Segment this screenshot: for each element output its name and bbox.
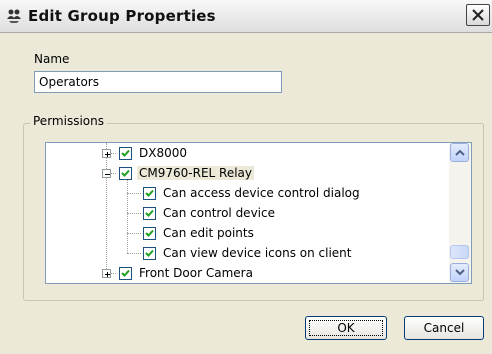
close-button[interactable] xyxy=(466,4,490,26)
ok-button[interactable]: OK xyxy=(305,316,387,340)
permission-checkbox[interactable] xyxy=(143,207,156,220)
plus-icon xyxy=(105,152,110,157)
tree-item-label: Can edit points xyxy=(163,226,254,240)
check-icon xyxy=(145,209,154,217)
name-label: Name xyxy=(34,52,70,66)
tree-item-label: DX8000 xyxy=(139,146,187,160)
tree-line xyxy=(127,213,141,214)
edit-group-dialog: Edit Group Properties Name Permissions xyxy=(0,0,492,354)
cancel-button-label: Cancel xyxy=(423,321,465,335)
tree-item-label: Can control device xyxy=(163,206,275,220)
permission-checkbox[interactable] xyxy=(143,247,156,260)
check-icon xyxy=(145,189,154,197)
permission-checkbox[interactable] xyxy=(119,267,132,280)
tree-line xyxy=(106,143,107,273)
check-icon xyxy=(121,169,130,177)
tree-line xyxy=(127,253,141,254)
permissions-tree[interactable]: DX8000 CM9760-REL Relay Can access devic… xyxy=(45,142,472,284)
check-icon xyxy=(145,229,154,237)
tree-item-label: Can access device control dialog xyxy=(163,186,360,200)
permission-checkbox[interactable] xyxy=(143,227,156,240)
check-icon xyxy=(121,269,130,277)
group-settings-icon xyxy=(6,8,22,24)
tree-item-label: CM9760-REL Relay xyxy=(137,166,254,180)
permission-checkbox[interactable] xyxy=(119,167,132,180)
tree-line xyxy=(127,179,128,253)
plus-icon xyxy=(105,272,110,277)
focus-rect xyxy=(309,320,383,336)
tree-scrollbar[interactable] xyxy=(449,143,471,283)
scroll-thumb[interactable] xyxy=(450,245,469,259)
minus-icon xyxy=(105,174,110,175)
tree-line xyxy=(127,193,141,194)
expand-toggle[interactable] xyxy=(102,269,111,278)
check-icon xyxy=(145,249,154,257)
scroll-down-button[interactable] xyxy=(450,263,469,282)
cancel-button[interactable]: Cancel xyxy=(404,316,484,340)
collapse-toggle[interactable] xyxy=(102,169,111,178)
tree-item-label: Front Door Camera xyxy=(139,266,253,280)
title-bar[interactable]: Edit Group Properties xyxy=(0,0,492,33)
chevron-up-icon xyxy=(455,149,465,156)
permission-checkbox[interactable] xyxy=(119,147,132,160)
permissions-legend: Permissions xyxy=(30,114,107,128)
tree-item-label: Can view device icons on client xyxy=(163,246,352,260)
expand-toggle[interactable] xyxy=(102,149,111,158)
chevron-down-icon xyxy=(455,269,465,276)
tree-line xyxy=(127,233,141,234)
scroll-up-button[interactable] xyxy=(450,143,469,162)
name-input[interactable] xyxy=(34,71,282,93)
window-title: Edit Group Properties xyxy=(28,7,216,25)
check-icon xyxy=(121,149,130,157)
permission-checkbox[interactable] xyxy=(143,187,156,200)
